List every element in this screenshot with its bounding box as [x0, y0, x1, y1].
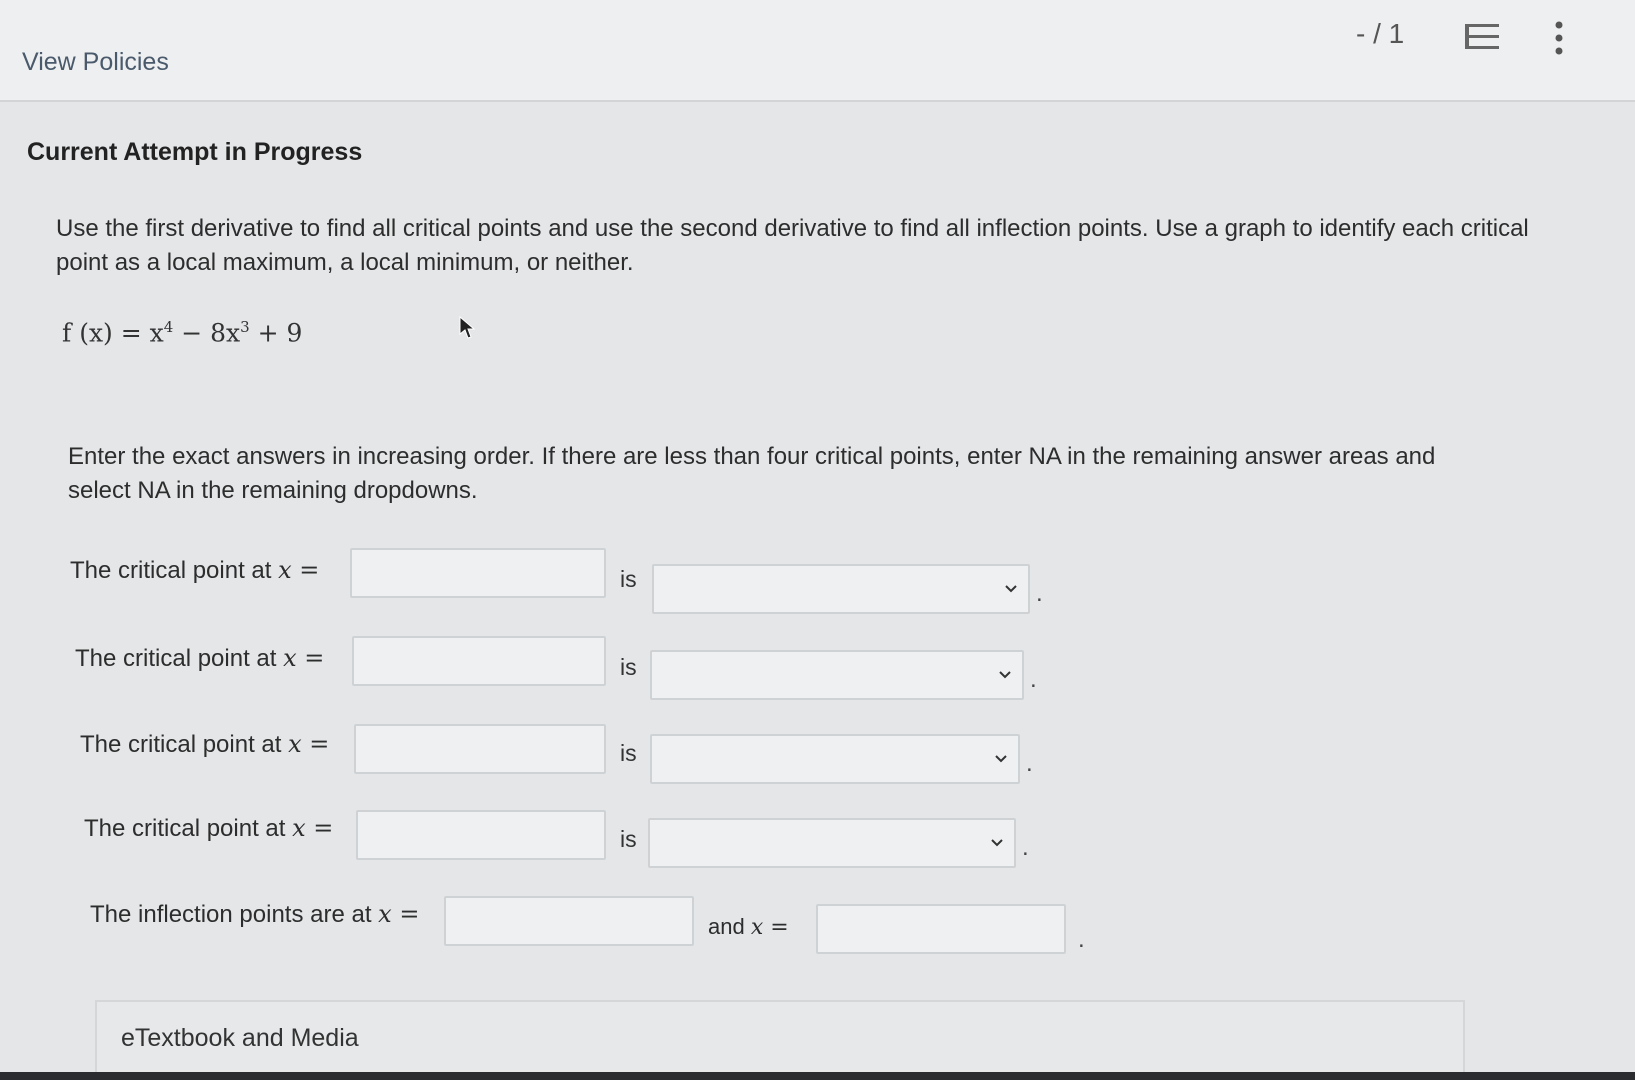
critical-point-input-1[interactable]: [350, 548, 606, 598]
period-3: .: [1026, 750, 1033, 777]
equals-sign: =: [305, 814, 334, 842]
variable-x: x: [288, 730, 302, 758]
equals-sign: =: [296, 644, 325, 672]
critical-point-text: The critical point at: [84, 815, 293, 842]
function-exponent-2: 3: [240, 318, 250, 336]
critical-point-input-4[interactable]: [356, 810, 606, 860]
view-policies-link[interactable]: View Policies: [22, 48, 169, 77]
classification-dropdown-4[interactable]: [648, 818, 1016, 868]
etextbook-media-panel[interactable]: eTextbook and Media: [95, 1000, 1465, 1080]
assignment-page: View Policies - / 1 Current Attempt in P…: [0, 0, 1635, 1080]
equals-sign: =: [763, 915, 789, 940]
chevron-down-icon: [995, 755, 1007, 763]
classification-dropdown-1[interactable]: [652, 564, 1030, 614]
inflection-text: The inflection points are at: [90, 901, 379, 928]
critical-point-label-1: The critical point at x =: [70, 556, 319, 585]
question-instructions: Use the first derivative to find all cri…: [56, 215, 1529, 276]
period-2: .: [1030, 666, 1037, 693]
inflection-point-input-1[interactable]: [444, 896, 694, 946]
answer-instructions: Enter the exact answers in increasing or…: [68, 443, 1436, 504]
variable-x: x: [750, 915, 764, 940]
mouse-cursor-icon: [459, 316, 476, 339]
critical-point-label-3: The critical point at x =: [80, 730, 329, 759]
and-x-label: and x =: [708, 914, 789, 940]
critical-point-label-2: The critical point at x =: [75, 644, 324, 673]
is-label-4: is: [620, 826, 637, 852]
critical-point-text: The critical point at: [70, 557, 279, 584]
critical-point-input-2[interactable]: [352, 636, 606, 686]
inflection-point-input-2[interactable]: [816, 904, 1066, 954]
chevron-down-icon: [999, 671, 1011, 679]
top-toolbar: View Policies - / 1: [0, 0, 1635, 102]
is-label-1: is: [620, 566, 637, 592]
and-text: and: [708, 914, 751, 939]
function-rhs: + 9: [249, 318, 303, 348]
equals-sign: =: [391, 900, 420, 928]
critical-point-text: The critical point at: [75, 645, 284, 672]
bottom-edge: [0, 1072, 1635, 1080]
function-mid: − 8x: [173, 318, 241, 348]
inflection-points-label: The inflection points are at x =: [90, 900, 419, 929]
chevron-down-icon: [991, 839, 1003, 847]
function-exponent-1: 4: [163, 318, 174, 336]
is-label-3: is: [620, 740, 637, 766]
more-vertical-icon[interactable]: [1552, 20, 1566, 56]
critical-point-input-3[interactable]: [354, 724, 606, 774]
variable-x: x: [378, 900, 392, 928]
classification-dropdown-2[interactable]: [650, 650, 1024, 700]
classification-dropdown-3[interactable]: [650, 734, 1020, 784]
function-lhs: f (x) = x: [62, 318, 164, 348]
period-inflection: .: [1078, 926, 1085, 953]
variable-x: x: [278, 556, 292, 584]
function-definition: f (x) = x4 − 8x3 + 9: [62, 318, 302, 347]
list-icon[interactable]: [1465, 22, 1499, 52]
question-score: - / 1: [1356, 18, 1405, 49]
critical-point-text: The critical point at: [80, 731, 289, 758]
variable-x: x: [292, 814, 306, 842]
period-4: .: [1022, 834, 1029, 861]
period-1: .: [1036, 580, 1043, 607]
chevron-down-icon: [1005, 585, 1017, 593]
critical-point-label-4: The critical point at x =: [84, 814, 333, 843]
equals-sign: =: [301, 730, 330, 758]
is-label-2: is: [620, 654, 637, 680]
equals-sign: =: [291, 556, 320, 584]
etextbook-label: eTextbook and Media: [121, 1024, 359, 1052]
attempt-title: Current Attempt in Progress: [27, 138, 363, 166]
variable-x: x: [283, 644, 297, 672]
